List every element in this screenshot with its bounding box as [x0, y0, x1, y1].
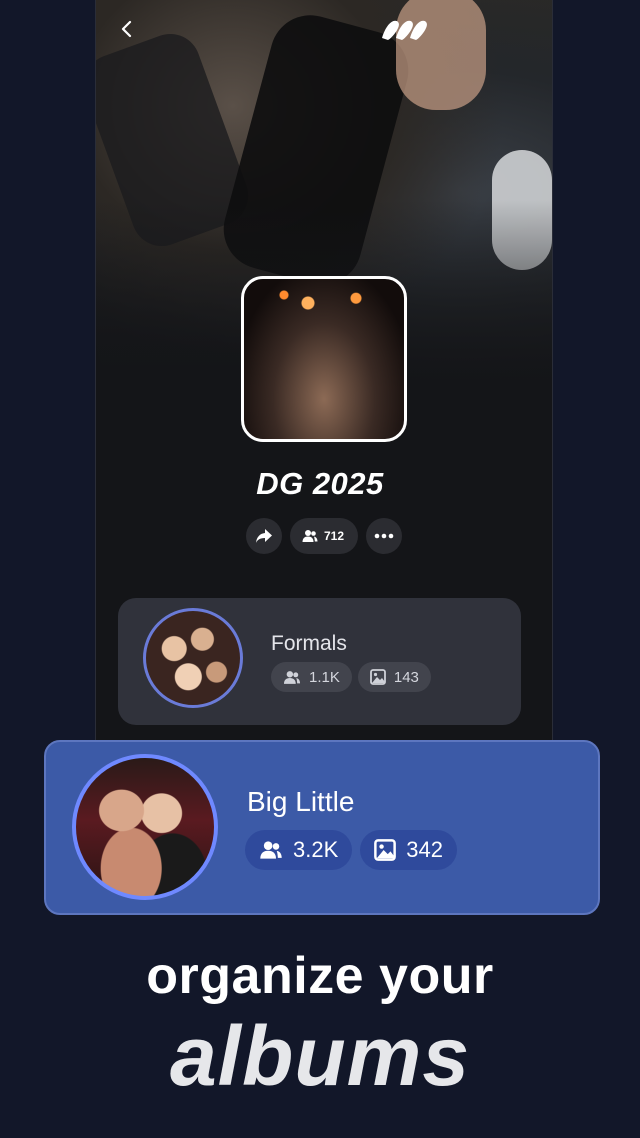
image-icon	[369, 669, 386, 685]
photos-stat: 143	[357, 662, 431, 692]
members-stat: 1.1K	[271, 662, 352, 692]
tagline-line-1: organize your	[146, 947, 494, 1005]
sub-album-card-formals[interactable]: Formals 1.1K 143	[118, 598, 521, 725]
formals-avatar	[143, 608, 243, 708]
members-count: 3.2K	[293, 837, 339, 862]
photos-count: 143	[393, 668, 419, 686]
members-count: 712	[324, 529, 345, 543]
more-dots-icon	[374, 533, 394, 539]
sub-album-stats: 3.2K 342	[245, 830, 457, 870]
members-icon	[302, 529, 318, 543]
more-button[interactable]	[366, 518, 403, 554]
photos-count: 342	[406, 837, 443, 862]
app-logo-icon	[378, 12, 430, 46]
members-button[interactable]: 712	[290, 518, 359, 554]
tagline-line-2: albums	[169, 1009, 471, 1103]
big-little-avatar	[72, 754, 218, 900]
sub-album-card-big-little[interactable]: Big Little 3.2K 342	[44, 740, 600, 915]
members-count: 1.1K	[309, 668, 340, 686]
sub-album-stats: 1.1K 143	[271, 662, 431, 692]
album-thumbnail[interactable]	[241, 276, 407, 442]
album-title: DG 2025	[256, 466, 384, 501]
chevron-left-icon[interactable]	[119, 18, 135, 40]
share-button[interactable]	[246, 518, 282, 554]
share-icon	[255, 528, 273, 544]
members-stat: 3.2K	[245, 830, 353, 870]
photos-stat: 342	[360, 830, 457, 870]
album-actions: 712	[246, 518, 403, 554]
image-icon	[374, 839, 397, 861]
members-icon	[283, 670, 301, 685]
members-icon	[259, 840, 283, 860]
sub-album-name: Formals	[271, 632, 347, 655]
sub-album-name: Big Little	[247, 786, 355, 817]
